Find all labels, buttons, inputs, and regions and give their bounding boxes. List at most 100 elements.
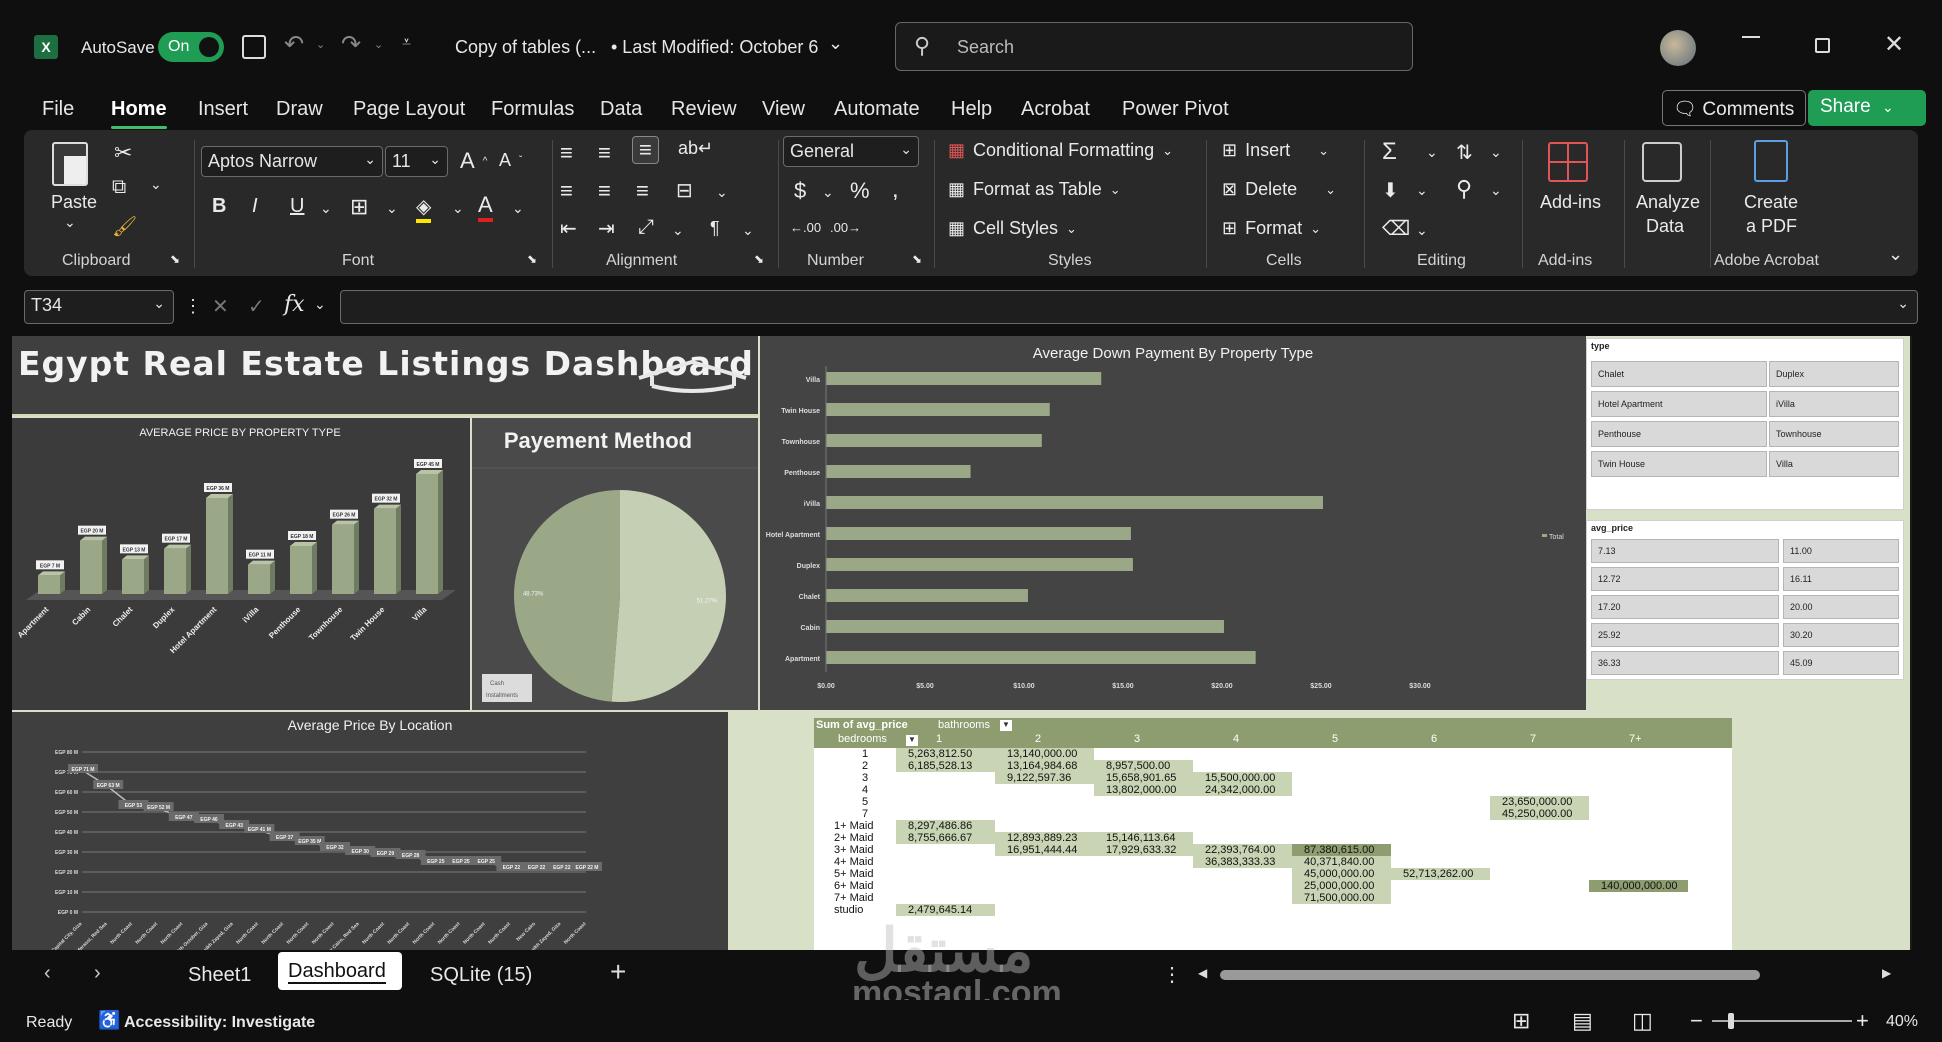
wrap-text-icon[interactable]: ab↵	[678, 138, 713, 159]
underline-dropdown-icon[interactable]: ⌄	[320, 200, 332, 217]
sheet-options-icon[interactable]: ⋮	[1162, 962, 1182, 987]
horizontal-scroll-thumb[interactable]	[1220, 970, 1760, 980]
font-size-select[interactable]: 11 ⌄	[385, 146, 448, 177]
add-ins-button[interactable]: Add-ins	[1540, 192, 1601, 213]
bold-icon[interactable]: B	[212, 195, 226, 218]
tab-power-pivot[interactable]: Power Pivot	[1122, 98, 1229, 121]
page-break-view-icon[interactable]: ◫	[1632, 1008, 1653, 1034]
pivot-cell[interactable]: 12,893,889.23	[995, 832, 1094, 844]
analyze-data-icon[interactable]	[1642, 142, 1682, 182]
sort-filter-dropdown-icon[interactable]: ⌄	[1490, 144, 1502, 161]
normal-view-icon[interactable]: ⊞	[1512, 1008, 1530, 1034]
pivot-cell[interactable]: 52,713,262.00	[1391, 868, 1490, 880]
borders-dropdown-icon[interactable]: ⌄	[386, 200, 398, 217]
pivot-cell[interactable]: 8,297,486.86	[896, 820, 995, 832]
accessibility-icon[interactable]: ♿	[98, 1010, 120, 1031]
currency-dropdown-icon[interactable]: ⌄	[822, 184, 834, 201]
comma-style-icon[interactable]: ,	[892, 176, 899, 204]
italic-icon[interactable]: I	[252, 195, 258, 218]
pivot-cell[interactable]: 40,371,840.00	[1292, 856, 1391, 868]
undo-icon[interactable]: ↶	[284, 30, 304, 59]
autosave-toggle[interactable]: On	[158, 32, 224, 62]
create-pdf-icon[interactable]	[1754, 140, 1788, 182]
redo-dropdown-icon[interactable]: ⌄	[374, 38, 383, 51]
pivot-cell[interactable]: 9,122,597.36	[995, 772, 1094, 784]
slicer-item[interactable]: 12.72	[1591, 567, 1779, 591]
delete-cells-button[interactable]: ⊠ Delete ⌄	[1222, 179, 1336, 200]
hscroll-left-icon[interactable]: ◀	[1198, 966, 1207, 980]
slicer-item[interactable]: 30.20	[1783, 623, 1899, 647]
fill-color-dropdown-icon[interactable]: ⌄	[452, 200, 464, 217]
tab-draw[interactable]: Draw	[276, 98, 323, 121]
add-ins-icon[interactable]	[1548, 142, 1588, 182]
align-left-icon[interactable]: ≡	[560, 178, 573, 204]
accessibility-status[interactable]: Accessibility: Investigate	[124, 1014, 315, 1032]
align-top-icon[interactable]: ≡	[560, 140, 573, 166]
font-color-icon[interactable]: A	[478, 192, 493, 222]
tab-view[interactable]: View	[762, 98, 805, 121]
pivot-cell[interactable]: 13,140,000.00	[995, 748, 1094, 760]
analyze-data-line1[interactable]: Analyze	[1636, 192, 1700, 213]
tab-insert[interactable]: Insert	[198, 98, 248, 121]
add-sheet-icon[interactable]: +	[610, 956, 626, 988]
avatar[interactable]	[1660, 30, 1696, 66]
confirm-entry-icon[interactable]: ✓	[248, 294, 265, 319]
decrease-indent-icon[interactable]: ⇤	[560, 216, 577, 241]
format-painter-icon[interactable]: 🖌	[112, 214, 137, 239]
pivot-cell[interactable]: 5,263,812.50	[896, 748, 995, 760]
col-filter-icon[interactable]: ▼	[1000, 720, 1012, 731]
fill-color-icon[interactable]: ◈	[416, 194, 432, 223]
hscroll-right-icon[interactable]: ▶	[1882, 966, 1891, 980]
slicer-item[interactable]: 25.92	[1591, 623, 1779, 647]
sheet-tab-sheet1[interactable]: Sheet1	[188, 964, 251, 987]
comments-button[interactable]: 🗨 Comments	[1662, 90, 1806, 126]
cell-styles-button[interactable]: ▦ Cell Styles ⌄	[948, 218, 1077, 239]
align-center-icon[interactable]: ≡	[598, 178, 611, 204]
tab-file[interactable]: File	[42, 98, 74, 121]
pivot-cell[interactable]: 6,185,528.13	[896, 760, 995, 772]
currency-icon[interactable]: $	[794, 178, 806, 204]
create-pdf-line2[interactable]: a PDF	[1746, 216, 1797, 237]
align-right-icon[interactable]: ≡	[636, 178, 649, 204]
prev-sheet-icon[interactable]: ‹	[44, 962, 51, 985]
pivot-cell[interactable]: 23,650,000.00	[1490, 796, 1589, 808]
zoom-slider[interactable]	[1712, 1013, 1852, 1029]
orientation-dropdown-icon[interactable]: ⌄	[672, 222, 684, 239]
tab-page-layout[interactable]: Page Layout	[353, 98, 465, 121]
zoom-slider-thumb[interactable]	[1728, 1013, 1734, 1029]
formula-bar-more-icon[interactable]: ⋮	[184, 296, 202, 317]
pivot-cell[interactable]: 15,500,000.00	[1193, 772, 1292, 784]
slicer-type[interactable]: type Chalet Duplex Hotel Apartment iVill…	[1586, 338, 1904, 510]
customize-qat-icon[interactable]: ⩡	[402, 34, 411, 52]
format-cells-button[interactable]: ⊞ Format ⌄	[1222, 218, 1321, 239]
pivot-cell[interactable]: 17,929,633.32	[1094, 844, 1193, 856]
slicer-item[interactable]: Duplex	[1769, 361, 1899, 387]
last-modified[interactable]: • Last Modified: October 6	[611, 37, 818, 58]
cancel-entry-icon[interactable]: ✕	[212, 294, 229, 319]
vertical-scrollbar[interactable]: ▲ ▼	[1910, 336, 1912, 950]
tab-automate[interactable]: Automate	[834, 98, 920, 121]
sheet-tab-sqlite[interactable]: SQLite (15)	[430, 964, 532, 987]
increase-indent-icon[interactable]: ⇥	[598, 216, 615, 241]
increase-decimal-icon[interactable]: ←.00	[790, 220, 821, 235]
pivot-cell[interactable]: 22,393,764.00	[1193, 844, 1292, 856]
number-format-select[interactable]: General ⌄	[783, 136, 919, 167]
font-name-select[interactable]: Aptos Narrow ⌄	[201, 146, 383, 177]
tab-help[interactable]: Help	[951, 98, 992, 121]
tab-home[interactable]: Home	[111, 98, 167, 129]
sort-filter-icon[interactable]: ⇅	[1456, 140, 1473, 165]
zoom-in-icon[interactable]: +	[1856, 1008, 1869, 1034]
slicer-item[interactable]: 45.09	[1783, 651, 1899, 675]
slicer-item[interactable]: iVilla	[1769, 391, 1899, 417]
find-select-dropdown-icon[interactable]: ⌄	[1490, 182, 1502, 199]
worksheet-grid[interactable]: Egypt Real Estate Listings Dashboard AVE…	[12, 336, 1912, 950]
next-sheet-icon[interactable]: ›	[94, 962, 101, 985]
merge-dropdown-icon[interactable]: ⌄	[716, 184, 728, 201]
slicer-item[interactable]: Hotel Apartment	[1591, 391, 1767, 417]
sheet-tab-dashboard[interactable]: Dashboard	[278, 952, 402, 990]
slicer-item[interactable]: Twin House	[1591, 451, 1767, 477]
slicer-item[interactable]: Chalet	[1591, 361, 1767, 387]
search-box[interactable]: ⚲ Search	[895, 22, 1413, 71]
undo-dropdown-icon[interactable]: ⌄	[316, 38, 325, 51]
number-launcher-icon[interactable]: ⬊	[912, 252, 922, 266]
